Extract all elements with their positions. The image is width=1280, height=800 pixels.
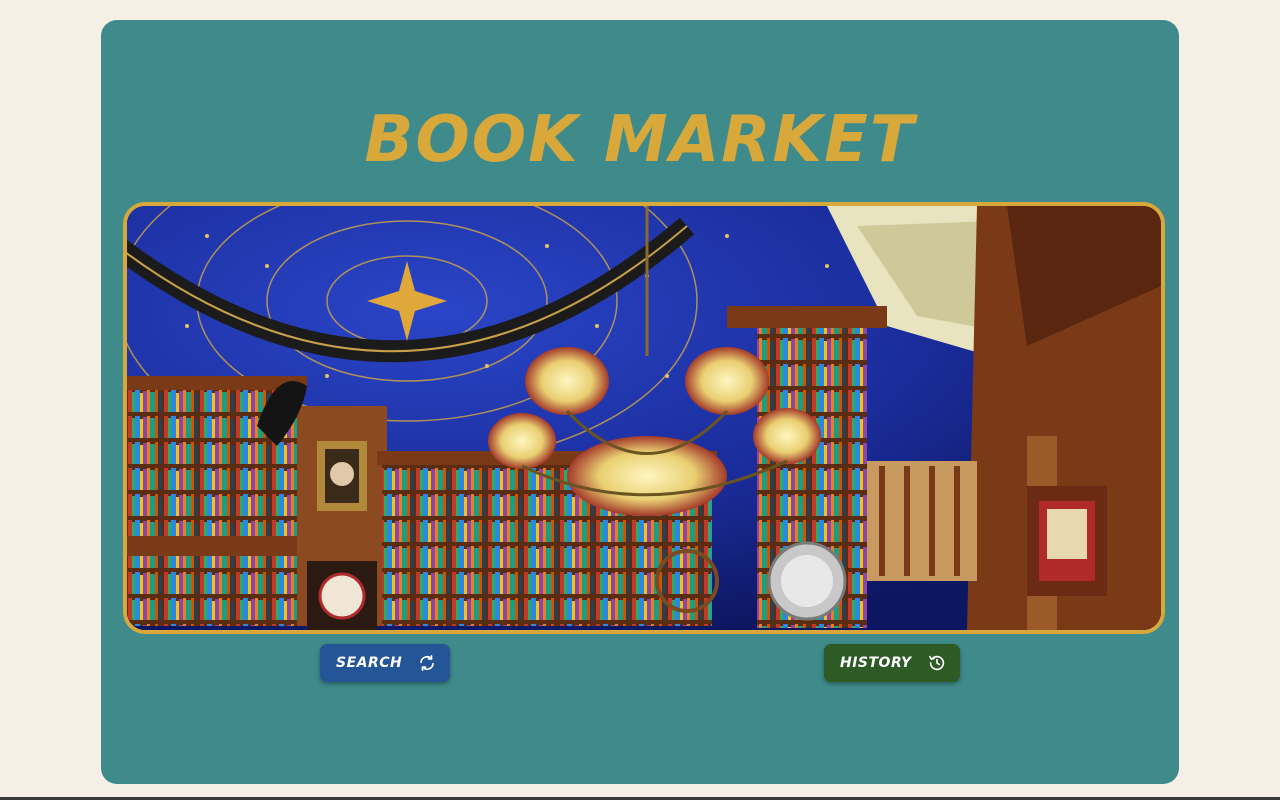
history-icon <box>928 654 946 672</box>
main-card: BOOK MARKET SEARCH HISTORY <box>101 20 1179 784</box>
search-button-label: SEARCH <box>336 655 403 671</box>
library-illustration <box>127 206 1161 630</box>
history-button-label: HISTORY <box>840 655 912 671</box>
refresh-icon <box>418 654 436 672</box>
search-button[interactable]: SEARCH <box>320 644 450 682</box>
hero-image <box>123 202 1165 634</box>
history-button[interactable]: HISTORY <box>824 644 960 682</box>
page-title: BOOK MARKET <box>364 103 916 177</box>
